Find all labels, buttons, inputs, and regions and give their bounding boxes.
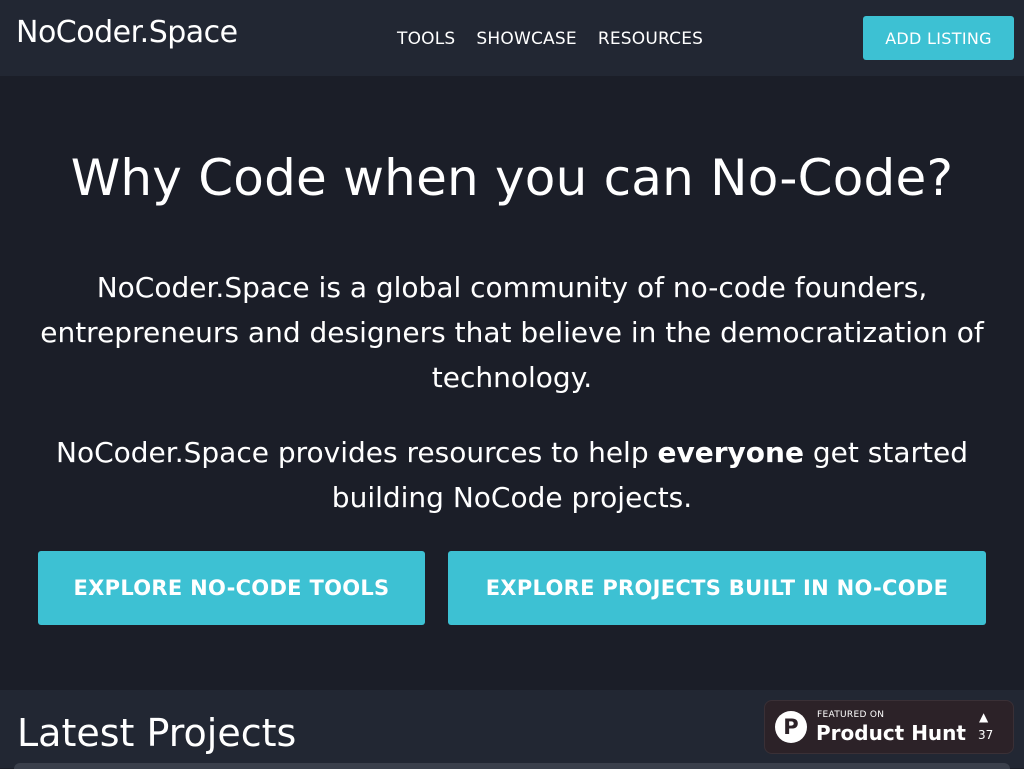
- product-hunt-badge[interactable]: P FEATURED ON Product Hunt ▲ 37: [764, 700, 1014, 754]
- hero-subdescription-emphasis: everyone: [657, 436, 804, 469]
- brand-logo-link[interactable]: NoCoder.Space: [16, 14, 238, 52]
- explore-projects-button[interactable]: EXPLORE PROJECTS BUILT IN NO-CODE: [448, 551, 986, 625]
- hero-subdescription: NoCoder.Space provides resources to help…: [14, 430, 1010, 520]
- explore-tools-button[interactable]: EXPLORE NO-CODE TOOLS: [38, 551, 425, 625]
- hero-description: NoCoder.Space is a global community of n…: [40, 271, 984, 394]
- nav-link-showcase[interactable]: SHOWCASE: [476, 28, 576, 50]
- nav-link-resources[interactable]: RESOURCES: [598, 28, 703, 50]
- hero-title: Why Code when you can No-Code?: [70, 149, 954, 207]
- project-card-top-edge: [14, 763, 1010, 769]
- latest-projects-title: Latest Projects: [17, 711, 297, 755]
- product-hunt-name: Product Hunt: [816, 721, 966, 745]
- hero-subdescription-start: NoCoder.Space provides resources to help: [56, 436, 658, 469]
- upvote-count: 37: [978, 728, 994, 742]
- product-hunt-featured-label: FEATURED ON: [817, 710, 885, 720]
- upvote-arrow-icon: ▲: [979, 710, 989, 724]
- main-nav: TOOLS SHOWCASE RESOURCES: [397, 28, 703, 50]
- product-hunt-icon: P: [775, 711, 807, 743]
- nav-link-tools[interactable]: TOOLS: [397, 28, 455, 50]
- add-listing-button[interactable]: ADD LISTING: [863, 16, 1014, 60]
- hero-section: Why Code when you can No-Code? NoCoder.S…: [0, 76, 1024, 690]
- navbar: NoCoder.Space TOOLS SHOWCASE RESOURCES A…: [0, 0, 1024, 76]
